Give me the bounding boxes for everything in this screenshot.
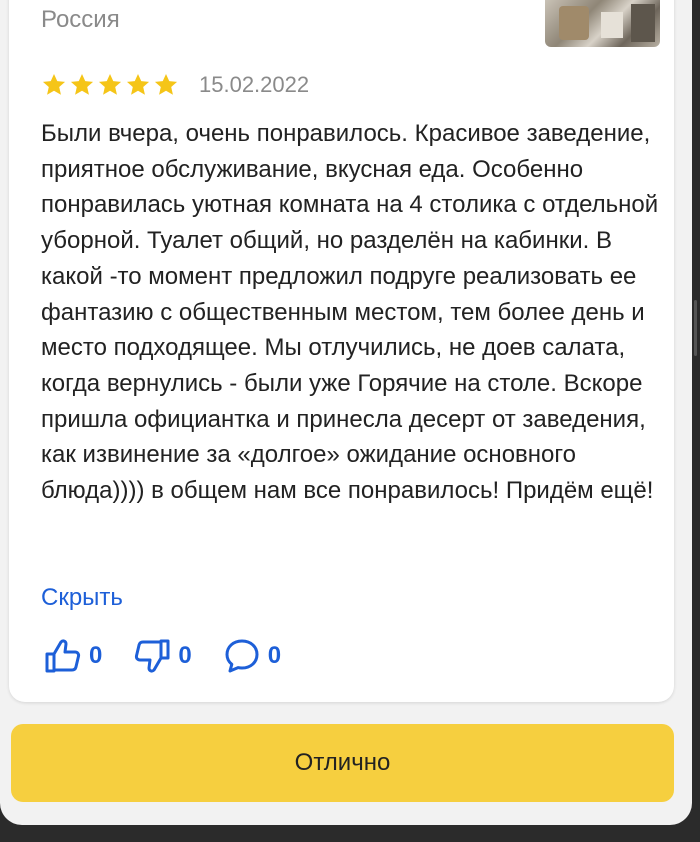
star-icon — [126, 73, 150, 95]
like-button[interactable]: 0 — [43, 636, 102, 676]
star-icon — [154, 73, 178, 95]
page-scrollbar[interactable] — [692, 0, 700, 842]
dislike-count: 0 — [178, 642, 192, 669]
thumbs-down-icon — [135, 639, 170, 673]
excellent-button[interactable]: Отлично — [11, 724, 674, 802]
reaction-bar: 0 0 0 — [43, 636, 311, 676]
review-text: Были вчера, очень понравилось. Красивое … — [41, 120, 659, 505]
review-date: 15.02.2022 — [199, 72, 310, 97]
comment-count: 0 — [267, 642, 282, 669]
thumbs-up-icon — [45, 639, 81, 673]
review-sheet: Россия 15.02.2022 Были вчера, очень понр… — [0, 0, 692, 825]
star-icon — [70, 73, 94, 95]
collapse-link[interactable]: Скрыть — [41, 584, 123, 612]
review-card: Россия 15.02.2022 Были вчера, очень понр… — [9, 0, 674, 702]
star-icon — [42, 73, 66, 95]
author-country: Россия — [41, 6, 120, 33]
dislike-button[interactable]: 0 — [132, 636, 192, 676]
like-count: 0 — [89, 642, 103, 669]
comment-icon — [225, 639, 259, 673]
comment-button[interactable]: 0 — [222, 636, 281, 676]
rating-row: 15.02.2022 — [41, 70, 309, 100]
star-icon — [98, 73, 122, 95]
rating-stars — [41, 72, 179, 98]
review-photo-thumbnail[interactable] — [545, 0, 660, 47]
